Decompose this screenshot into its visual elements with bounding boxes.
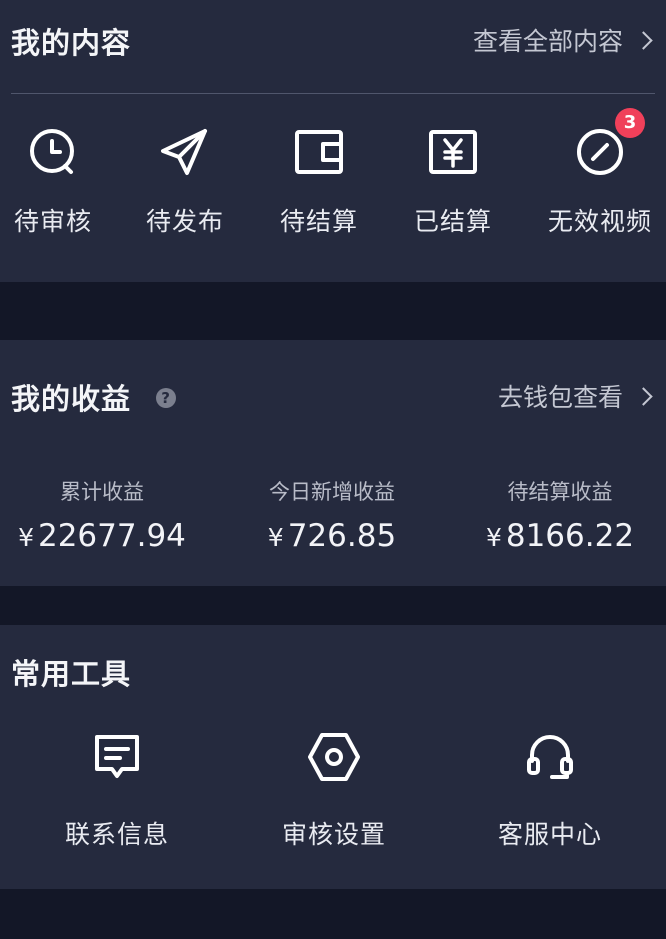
my-content-section: 我的内容 查看全部内容 待审核 待发布 待结算 已结算 3 无效视频	[0, 0, 666, 282]
tool-label: 审核设置	[281, 820, 386, 849]
stat-label: 待结算收益	[507, 480, 613, 504]
content-item-label: 待审核	[13, 207, 92, 236]
bottom-gap	[0, 889, 666, 939]
tool-contact-info[interactable]: 联系信息	[37, 729, 197, 851]
tool-customer-service[interactable]: 客服中心	[470, 729, 630, 851]
chevron-right-icon	[634, 386, 653, 406]
notification-badge: 3	[615, 108, 645, 138]
common-tools-title: 常用工具	[11, 657, 132, 691]
stat-pending-earnings[interactable]: 待结算收益 ¥8166.22	[450, 476, 666, 554]
chevron-right-icon	[634, 30, 653, 50]
content-item-label: 待结算	[279, 207, 358, 236]
content-item-label: 已结算	[413, 207, 492, 236]
view-all-content-label: 查看全部内容	[472, 27, 623, 56]
help-icon[interactable]: ?	[156, 388, 177, 408]
paper-plane-icon	[161, 129, 207, 175]
my-earnings-title-row: 我的收益 ?	[11, 376, 177, 418]
stat-value: ¥726.85	[222, 518, 442, 554]
tool-label: 客服中心	[497, 820, 602, 849]
content-item-label: 无效视频	[547, 207, 652, 236]
my-earnings-title: 我的收益	[11, 382, 132, 416]
stat-amount: 22677.94	[37, 518, 186, 554]
content-item-pending-publish[interactable]: 待发布	[120, 124, 250, 254]
content-item-pending-review[interactable]: 待审核	[0, 124, 118, 254]
my-content-title: 我的内容	[11, 26, 132, 60]
stat-today-earnings[interactable]: 今日新增收益 ¥726.85	[222, 476, 442, 554]
stat-label: 累计收益	[60, 480, 144, 504]
clock-icon	[30, 129, 74, 174]
view-all-content-link[interactable]: 查看全部内容	[472, 22, 653, 58]
content-item-settled[interactable]: 已结算	[388, 124, 518, 254]
stat-value: ¥22677.94	[0, 518, 212, 554]
tool-label: 联系信息	[64, 820, 169, 849]
section-gap	[0, 282, 666, 340]
wallet-icon	[295, 130, 343, 174]
go-to-wallet-link[interactable]: 去钱包查看	[497, 378, 653, 414]
stat-label: 今日新增收益	[269, 480, 395, 504]
common-tools-section: 常用工具 联系信息 审核设置 客服中心	[0, 625, 666, 889]
message-icon	[95, 735, 139, 778]
stat-total-earnings[interactable]: 累计收益 ¥22677.94	[0, 476, 212, 554]
stat-amount: 726.85	[287, 518, 397, 554]
stat-amount: 8166.22	[505, 518, 635, 554]
my-earnings-section: 我的收益 ? 去钱包查看 累计收益 ¥22677.94 今日新增收益 ¥726.…	[0, 340, 666, 586]
content-item-label: 待发布	[145, 207, 224, 236]
tool-review-settings[interactable]: 审核设置	[254, 729, 414, 851]
currency-symbol: ¥	[18, 523, 34, 552]
content-item-pending-settlement[interactable]: 待结算	[254, 124, 384, 254]
section-divider	[11, 93, 655, 94]
hex-settings-icon	[308, 733, 360, 781]
yen-ticket-icon	[429, 130, 477, 174]
section-gap	[0, 586, 666, 625]
currency-symbol: ¥	[267, 523, 284, 552]
content-item-invalid-videos[interactable]: 3 无效视频	[535, 108, 665, 254]
currency-symbol: ¥	[485, 523, 502, 552]
go-to-wallet-label: 去钱包查看	[497, 383, 623, 412]
stat-value: ¥8166.22	[450, 518, 666, 554]
headset-icon	[527, 735, 573, 779]
